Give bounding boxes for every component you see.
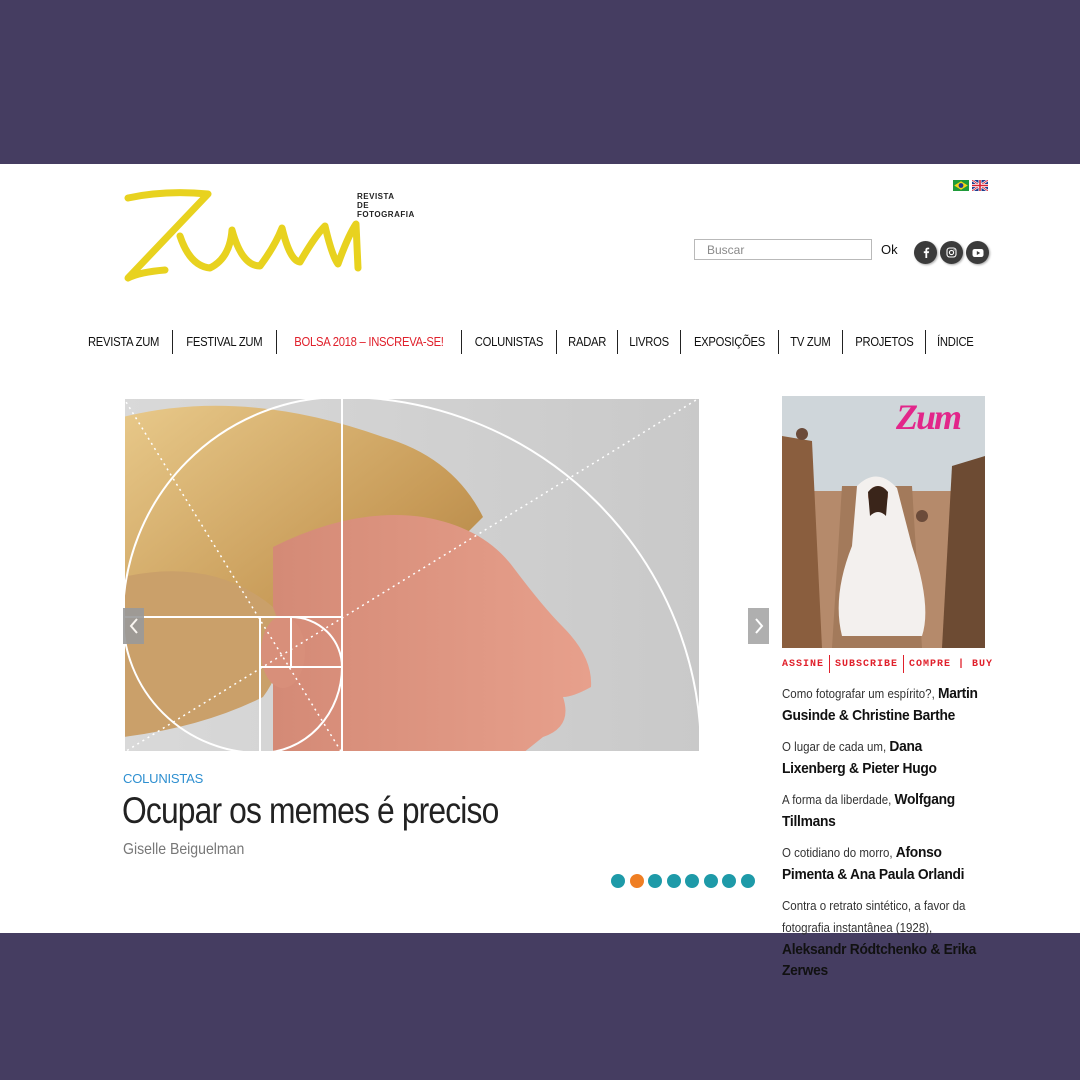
search-input[interactable] xyxy=(695,240,871,259)
nav-exposicoes[interactable]: EXPOSIÇÕES xyxy=(686,330,773,354)
chevron-right-icon xyxy=(754,618,763,634)
subscribe-links: ASSINE SUBSCRIBE COMPRE | BUY xyxy=(782,655,998,673)
nav-divider xyxy=(777,330,779,354)
nav-divider xyxy=(616,330,618,354)
slider-dot[interactable] xyxy=(722,874,736,888)
list-item[interactable]: Contra o retrato sintético, a favor da f… xyxy=(782,895,983,981)
slider-prev-button[interactable] xyxy=(123,608,144,644)
slider-dot[interactable] xyxy=(611,874,625,888)
chevron-left-icon xyxy=(129,618,138,634)
slider-dot[interactable] xyxy=(666,874,681,888)
youtube-icon[interactable] xyxy=(966,241,989,264)
slider-dot[interactable] xyxy=(648,874,662,888)
article-title: O cotidiano do morro, xyxy=(782,846,896,860)
article-title: O lugar de cada um, xyxy=(782,740,890,754)
nav-divider xyxy=(275,330,277,354)
slider-dot[interactable] xyxy=(629,874,644,888)
zum-logo[interactable] xyxy=(120,186,365,286)
nav-radar[interactable]: RADAR xyxy=(560,330,614,354)
nav-tv-zum[interactable]: TV ZUM xyxy=(782,330,838,354)
nav-projetos[interactable]: PROJETOS xyxy=(847,330,921,354)
social-links xyxy=(914,241,989,264)
assine-link[interactable]: ASSINE xyxy=(782,659,829,670)
slider-dot[interactable] xyxy=(685,874,699,888)
nav-divider xyxy=(841,330,843,354)
uk-flag-icon[interactable] xyxy=(972,180,988,191)
instagram-icon[interactable] xyxy=(940,241,963,264)
featured-articles-list: Como fotografar um espírito?, Martin Gus… xyxy=(782,683,987,991)
slider-next-button[interactable] xyxy=(748,608,769,644)
slider-dot[interactable] xyxy=(703,874,718,888)
compre-buy-link[interactable]: COMPRE | BUY xyxy=(904,659,998,670)
hero-image[interactable] xyxy=(123,397,701,753)
article-title: Contra o retrato sintético, a favor da f… xyxy=(782,899,966,935)
hero-author: Giselle Beiguelman xyxy=(123,841,245,858)
subscribe-link[interactable]: SUBSCRIBE xyxy=(830,659,903,670)
hero-category-link[interactable]: COLUNISTAS xyxy=(123,771,203,786)
list-item[interactable]: O cotidiano do morro, Afonso Pimenta & A… xyxy=(782,842,983,885)
language-switcher xyxy=(953,180,988,191)
hero-headline[interactable]: Ocupar os memes é preciso xyxy=(122,790,499,832)
nav-divider xyxy=(172,330,174,354)
list-item[interactable]: Como fotografar um espírito?, Martin Gus… xyxy=(782,683,983,726)
nav-divider xyxy=(679,330,681,354)
list-item[interactable]: A forma da liberdade, Wolfgang Tillmans xyxy=(782,789,983,832)
facebook-icon[interactable] xyxy=(914,241,937,264)
article-title: A forma da liberdade, xyxy=(782,793,895,807)
brazil-flag-icon[interactable] xyxy=(953,180,969,191)
nav-divider xyxy=(460,330,462,354)
slider-dot[interactable] xyxy=(740,874,755,888)
nav-revista-zum[interactable]: REVISTA ZUM xyxy=(80,330,167,354)
search-box xyxy=(694,239,872,260)
nav-bolsa-2018[interactable]: BOLSA 2018 – INSCREVA-SE! xyxy=(286,330,452,354)
nav-divider xyxy=(925,330,927,354)
main-navigation: REVISTA ZUM FESTIVAL ZUM BOLSA 2018 – IN… xyxy=(75,330,985,354)
list-item[interactable]: O lugar de cada um, Dana Lixenberg & Pie… xyxy=(782,736,983,779)
nav-indice[interactable]: ÍNDICE xyxy=(929,330,982,354)
nav-divider xyxy=(555,330,557,354)
article-authors: Aleksandr Ródtchenko & Erika Zerwes xyxy=(782,941,976,979)
cover-logo: Zum xyxy=(896,397,962,437)
nav-colunistas[interactable]: COLUNISTAS xyxy=(466,330,551,354)
nav-livros[interactable]: LIVROS xyxy=(621,330,677,354)
article-title: Como fotografar um espírito?, xyxy=(782,687,938,701)
slider-pagination xyxy=(611,874,755,888)
search-ok-button[interactable]: Ok xyxy=(881,242,898,257)
logo-subtitle: REVISTA DE FOTOGRAFIA xyxy=(357,192,415,219)
nav-festival-zum[interactable]: FESTIVAL ZUM xyxy=(178,330,270,354)
